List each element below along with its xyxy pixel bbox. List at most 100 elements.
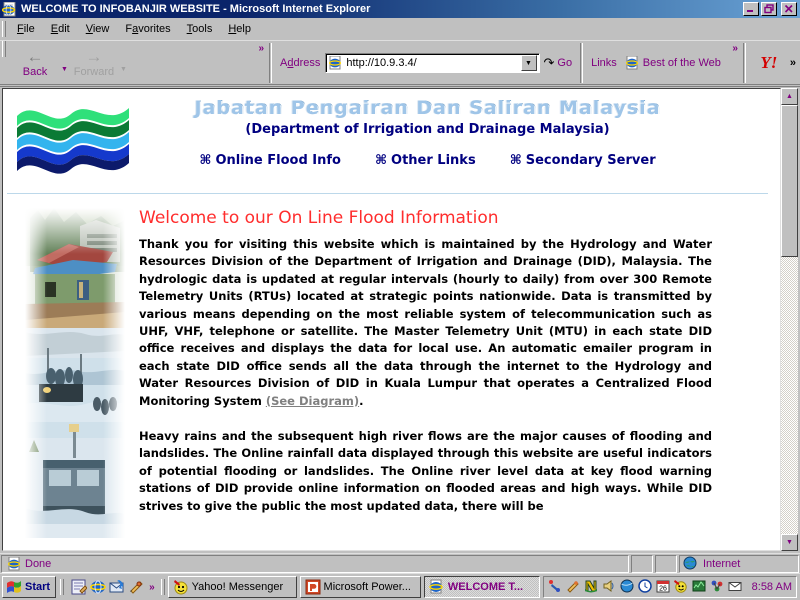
launch-media-icon[interactable] bbox=[566, 579, 582, 595]
calendar-icon[interactable]: 26 bbox=[656, 579, 672, 595]
forward-button-label: Forward bbox=[73, 65, 115, 78]
address-dropdown-button[interactable]: ▼ bbox=[520, 55, 537, 71]
see-diagram-link[interactable]: (See Diagram) bbox=[266, 394, 359, 408]
globe-icon bbox=[683, 556, 699, 572]
menu-view[interactable]: View bbox=[78, 21, 118, 37]
back-history-dropdown[interactable]: ▼ bbox=[61, 66, 68, 73]
security-zone-label: Internet bbox=[703, 557, 741, 570]
menu-file[interactable]: File bbox=[9, 21, 43, 37]
restore-button[interactable] bbox=[761, 2, 777, 16]
go-button[interactable]: ↷ Go bbox=[540, 55, 579, 71]
window-controls bbox=[743, 2, 798, 16]
taskbar-clock[interactable]: 8:58 AM bbox=[752, 581, 792, 593]
yahoo-toolbar-logo[interactable]: Y! bbox=[748, 41, 790, 85]
vertical-scrollbar[interactable]: ▲ ▼ bbox=[781, 88, 798, 551]
forward-arrow-icon: → bbox=[85, 46, 103, 66]
quicklaunch-overflow-chevron[interactable]: » bbox=[149, 582, 155, 593]
start-button[interactable]: Start bbox=[2, 576, 57, 598]
status-text: Done bbox=[25, 557, 52, 570]
address-value: http://10.9.3.4/ bbox=[346, 57, 417, 69]
browser-viewport: Jabatan Pengairan Dan Saliran Malaysia (… bbox=[0, 86, 800, 553]
address-label: Address bbox=[280, 57, 321, 69]
site-nav: ⌘ Online Flood Info ⌘ Other Links ⌘ Seco… bbox=[145, 153, 710, 168]
desktop-window: WELCOME TO INFOBANJIR WEBSITE - Microsof… bbox=[0, 0, 800, 600]
taskbar-item-microsoft-powerpoint[interactable]: Microsoft Power... bbox=[299, 576, 421, 598]
toolbar-separator-2 bbox=[580, 43, 584, 83]
pointer-device-icon[interactable] bbox=[548, 579, 564, 595]
menu-tools[interactable]: Tools bbox=[179, 21, 221, 37]
powerpoint-icon bbox=[305, 579, 321, 595]
start-button-label: Start bbox=[25, 581, 51, 593]
norton-antivirus-icon[interactable] bbox=[584, 579, 600, 595]
volume-icon[interactable] bbox=[602, 579, 618, 595]
internet-explorer-icon[interactable] bbox=[90, 579, 106, 595]
network-monitor-icon[interactable] bbox=[692, 579, 708, 595]
display-icon[interactable] bbox=[620, 579, 636, 595]
nav-bullet-icon: ⌘ bbox=[509, 153, 522, 168]
address-bar: Address http://10.9.3.4/ ▼ ↷ Go bbox=[274, 41, 578, 85]
scroll-up-button[interactable]: ▲ bbox=[781, 88, 798, 105]
mail-icon[interactable] bbox=[728, 579, 744, 595]
paragraph-2: Heavy rains and the subsequent high rive… bbox=[139, 429, 712, 513]
taskbar-item-label: Yahoo! Messenger bbox=[191, 581, 284, 593]
flood-damage-photo-collage bbox=[25, 208, 125, 538]
nav-label: Other Links bbox=[391, 153, 476, 168]
quick-launch-bar: » bbox=[67, 576, 159, 598]
taskbar-item-welcome-infobanjir[interactable]: WELCOME T... bbox=[423, 576, 540, 598]
toolbar-row: ← Back ▼ → Forward ▼ » Address http://10… bbox=[0, 40, 800, 85]
internet-explorer-icon bbox=[429, 579, 445, 595]
launch-media-icon[interactable] bbox=[128, 579, 144, 595]
paragraph-1-text: Thank you for visiting this website whic… bbox=[139, 237, 712, 408]
links-overflow-chevron[interactable]: » bbox=[732, 43, 738, 54]
link-label: Best of the Web bbox=[642, 57, 721, 69]
outlook-express-icon[interactable] bbox=[109, 579, 125, 595]
nav-secondary-server[interactable]: ⌘ Secondary Server bbox=[510, 153, 656, 168]
navigation-toolbar: ← Back ▼ → Forward ▼ » bbox=[9, 41, 267, 85]
link-best-of-the-web[interactable]: Best of the Web bbox=[623, 55, 721, 70]
back-button[interactable]: ← Back bbox=[9, 43, 61, 83]
go-arrow-icon: ↷ bbox=[543, 55, 555, 70]
yahoo-messenger-icon[interactable] bbox=[673, 579, 690, 595]
jps-wave-logo bbox=[3, 95, 145, 177]
forward-button[interactable]: → Forward bbox=[68, 43, 120, 83]
scroll-down-button[interactable]: ▼ bbox=[781, 534, 798, 551]
address-input[interactable]: http://10.9.3.4/ ▼ bbox=[325, 53, 540, 73]
scrollbar-thumb[interactable] bbox=[781, 105, 798, 257]
network-connection-icon[interactable] bbox=[710, 579, 726, 595]
close-button[interactable] bbox=[781, 2, 797, 16]
status-message-pane: Done bbox=[1, 554, 629, 573]
quicklaunch-grip[interactable] bbox=[60, 579, 65, 595]
scrollbar-track[interactable] bbox=[781, 105, 798, 534]
tasks-grip[interactable] bbox=[160, 579, 165, 595]
menu-help[interactable]: Help bbox=[220, 21, 259, 37]
toolbar-separator bbox=[269, 43, 272, 83]
taskbar-item-label: Microsoft Power... bbox=[323, 581, 411, 593]
clock-sync-icon[interactable] bbox=[637, 579, 654, 595]
security-zone-pane[interactable]: Internet bbox=[679, 554, 799, 573]
minimize-button[interactable] bbox=[743, 2, 759, 16]
navbar-grip[interactable] bbox=[2, 41, 6, 57]
links-toolbar: Links Best of the Web » bbox=[585, 41, 741, 85]
menu-edit[interactable]: Edit bbox=[43, 21, 78, 37]
site-title: Jabatan Pengairan Dan Saliran Malaysia bbox=[194, 97, 661, 119]
menu-bar: File Edit View Favorites Tools Help bbox=[0, 18, 800, 40]
show-desktop-icon[interactable] bbox=[71, 579, 88, 595]
article-body: Welcome to our On Line Flood Information… bbox=[125, 208, 780, 538]
nav-other-links[interactable]: ⌘ Other Links bbox=[375, 153, 476, 168]
ie-page-icon bbox=[625, 55, 640, 70]
nav-online-flood-info[interactable]: ⌘ Online Flood Info bbox=[199, 153, 341, 168]
toolbar-overflow-chevron[interactable]: » bbox=[258, 43, 264, 54]
yahoo-messenger-icon bbox=[173, 579, 189, 595]
taskbar-item-label: WELCOME T... bbox=[447, 581, 524, 593]
menu-favorites[interactable]: Favorites bbox=[117, 21, 178, 37]
toolbar-separator-3 bbox=[742, 43, 746, 83]
paragraph-1: Thank you for visiting this website whic… bbox=[139, 236, 712, 410]
taskbar-item-yahoo-messenger[interactable]: Yahoo! Messenger bbox=[167, 576, 297, 598]
menubar-grip[interactable] bbox=[2, 20, 6, 37]
nav-label: Secondary Server bbox=[525, 153, 656, 168]
paragraph-1-tail: . bbox=[359, 393, 364, 408]
status-bar: Done Internet bbox=[0, 553, 800, 573]
yahoo-toolbar-overflow[interactable]: » bbox=[790, 41, 800, 85]
status-pane-3 bbox=[655, 554, 677, 573]
forward-history-dropdown[interactable]: ▼ bbox=[120, 66, 127, 73]
